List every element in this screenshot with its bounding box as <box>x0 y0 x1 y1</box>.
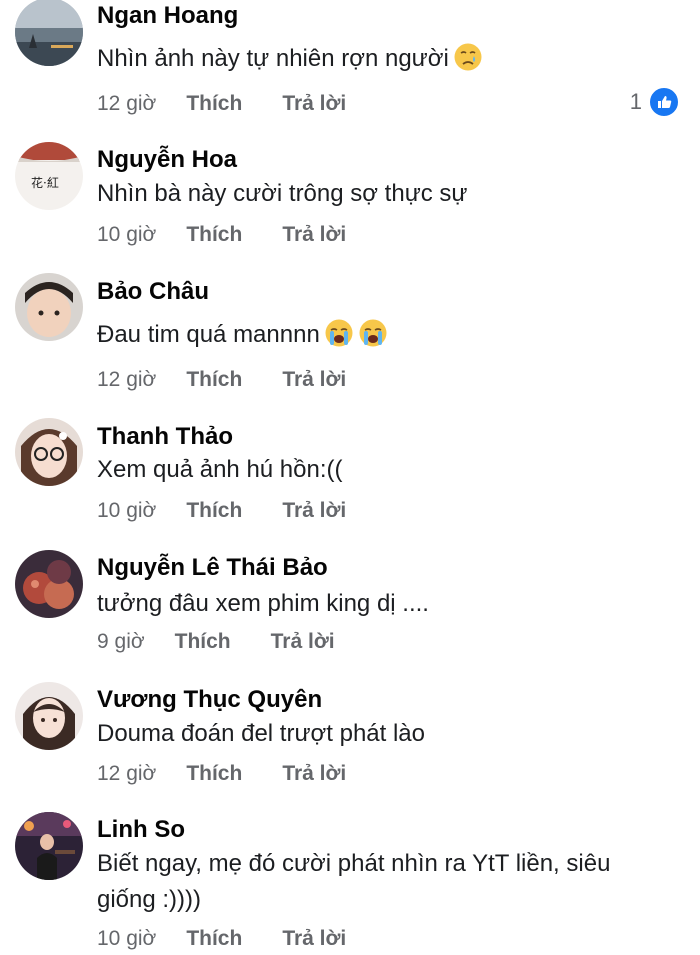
avatar[interactable] <box>15 418 83 486</box>
comment-text: Biết ngay, mẹ đó cười phát nhìn ra YtT l… <box>97 850 611 913</box>
avatar[interactable] <box>15 273 83 341</box>
reply-button[interactable]: Trả lời <box>271 629 335 655</box>
comment-actions: 12 giờ Thích Trả lời <box>97 761 346 787</box>
comment-actions: 12 giờ Thích Trả lời <box>97 367 346 393</box>
like-button[interactable]: Thích <box>186 367 242 393</box>
reply-button[interactable]: Trả lời <box>282 91 346 117</box>
comment-author[interactable]: Thanh Thảo <box>97 422 233 452</box>
reply-button[interactable]: Trả lời <box>282 926 346 952</box>
like-button[interactable]: Thích <box>186 222 242 248</box>
like-button[interactable]: Thích <box>175 629 231 655</box>
avatar[interactable] <box>15 682 83 750</box>
comment-text: Douma đoán đel trượt phát lào <box>97 720 425 747</box>
thumbs-up-icon <box>648 86 680 118</box>
comment-author[interactable]: Ngan Hoang <box>97 1 238 31</box>
comment-time[interactable]: 12 giờ <box>97 91 156 117</box>
comment-time[interactable]: 10 giờ <box>97 926 156 952</box>
comment-text: Nhìn ảnh này tự nhiên rợn người <box>97 41 657 77</box>
comment-time[interactable]: 12 giờ <box>97 761 156 787</box>
comment-author[interactable]: Vương Thục Quyên <box>97 685 322 715</box>
comment-text: Xem quả ảnh hú hồn:(( <box>97 456 343 483</box>
comment-actions: 12 giờ Thích Trả lời <box>97 91 346 117</box>
reaction-count: 1 <box>629 89 642 114</box>
comment-actions: 9 giờ Thích Trả lời <box>97 629 335 655</box>
comment-time[interactable]: 10 giờ <box>97 498 156 524</box>
comment-actions: 10 giờ Thích Trả lời <box>97 926 346 952</box>
like-button[interactable]: Thích <box>186 91 242 117</box>
crying-face-emoji-icon <box>453 42 483 72</box>
comment-text: Nhìn bà này cười trông sợ thực sự <box>97 180 468 207</box>
like-button[interactable]: Thích <box>186 926 242 952</box>
comment-actions: 10 giờ Thích Trả lời <box>97 498 346 524</box>
comment-author[interactable]: Linh So <box>97 815 185 845</box>
svg-text:花·紅: 花·紅 <box>31 175 59 190</box>
comment-time[interactable]: 10 giờ <box>97 222 156 248</box>
like-button[interactable]: Thích <box>186 498 242 524</box>
reply-button[interactable]: Trả lời <box>282 222 346 248</box>
like-button[interactable]: Thích <box>186 761 242 787</box>
loudly-crying-face-emoji-icon <box>358 318 388 348</box>
comment-text: Đau tim quá mannnn <box>97 317 657 353</box>
comment-time[interactable]: 12 giờ <box>97 367 156 393</box>
comment-actions: 10 giờ Thích Trả lời <box>97 222 346 248</box>
reply-button[interactable]: Trả lời <box>282 498 346 524</box>
reaction-summary[interactable]: 1 <box>630 86 680 118</box>
avatar[interactable] <box>15 550 83 618</box>
comment-time[interactable]: 9 giờ <box>97 629 145 655</box>
reply-button[interactable]: Trả lời <box>282 761 346 787</box>
avatar[interactable] <box>15 812 83 880</box>
reply-button[interactable]: Trả lời <box>282 367 346 393</box>
comment-text: tưởng đâu xem phim king dị .... <box>97 590 429 617</box>
avatar[interactable]: 花·紅 <box>15 142 83 210</box>
comment-author[interactable]: Nguyễn Hoa <box>97 145 237 175</box>
comment-author[interactable]: Nguyễn Lê Thái Bảo <box>97 553 328 583</box>
loudly-crying-face-emoji-icon <box>324 318 354 348</box>
avatar[interactable] <box>15 0 83 66</box>
comment-author[interactable]: Bảo Châu <box>97 277 209 307</box>
